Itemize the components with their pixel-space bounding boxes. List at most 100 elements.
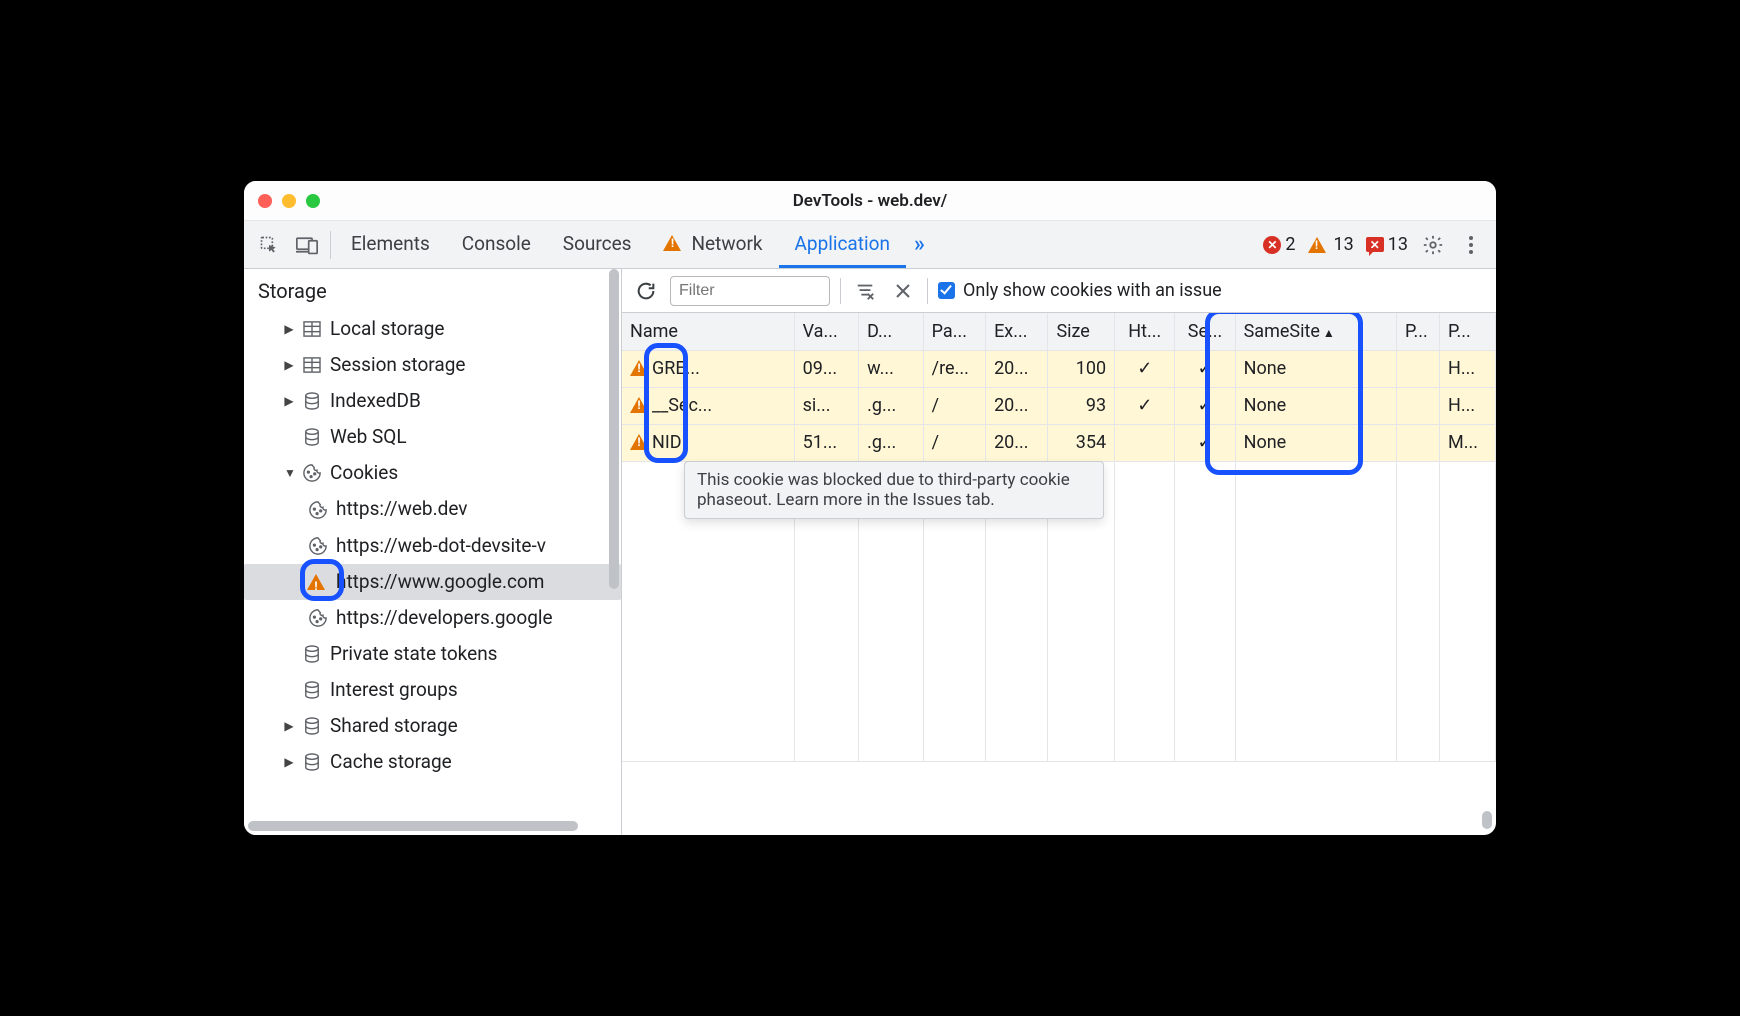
cell-partition-key [1396,387,1439,424]
tree-label: Cookies [330,455,398,491]
divider [927,278,928,304]
col-samesite[interactable]: SameSite [1235,313,1396,350]
table-header: Name Va... D... Pa... Ex... Size Ht... S… [622,313,1496,350]
warning-count[interactable]: 13 [1308,234,1354,255]
cell-httponly: ✓ [1115,387,1175,424]
cookie-icon [302,464,322,482]
inspect-element-icon[interactable] [250,221,288,269]
cookie-icon [308,609,328,627]
titlebar: DevTools - web.dev/ [244,181,1496,221]
checkbox-label: Only show cookies with an issue [963,280,1222,301]
tree-label: https://www.google.com [336,564,544,600]
more-tabs-icon[interactable]: » [906,232,933,257]
cell-priority: M... [1439,424,1495,461]
tab-elements[interactable]: Elements [335,221,446,268]
col-name[interactable]: Name [622,313,794,350]
cell-secure: ✓ [1175,387,1235,424]
cookies-table: Name Va... D... Pa... Ex... Size Ht... S… [622,313,1496,835]
col-httponly[interactable]: Ht... [1115,313,1175,350]
cell-value: 51... [794,424,859,461]
cookie-origin-developers[interactable]: https://developers.google [244,600,621,636]
storage-tree: ▶Local storage ▶Session storage ▶Indexed… [244,311,621,780]
tab-label: Elements [351,232,430,255]
cell-partition-key [1396,424,1439,461]
cell-expires: 20... [986,350,1048,387]
window-controls [258,194,320,208]
more-menu-icon[interactable] [1452,221,1490,269]
grid-icon [302,357,322,373]
cell-domain: .g... [859,387,924,424]
database-icon [302,645,322,663]
table-row[interactable]: NID 51... .g... / 20... 354 ✓ None M... [622,424,1496,461]
cell-name: NID [622,424,794,461]
tab-application[interactable]: Application [779,221,906,268]
tab-label: Console [462,232,531,255]
table-row[interactable]: __Sec... si... .g... / 20... 93 ✓ ✓ None… [622,387,1496,424]
tree-private-state-tokens[interactable]: Private state tokens [244,636,621,672]
message-count[interactable]: ✕13 [1366,234,1408,255]
grid-icon [302,321,322,337]
cookies-toolbar: Only show cookies with an issue [622,269,1496,313]
tree-shared-storage[interactable]: ▶Shared storage [244,708,621,744]
tree-session-storage[interactable]: ▶Session storage [244,347,621,383]
col-priority[interactable]: P... [1439,313,1495,350]
sidebar-horizontal-scrollbar[interactable] [248,821,578,831]
cell-path: / [923,424,985,461]
clear-filter-icon[interactable] [851,277,879,305]
cell-size: 354 [1048,424,1115,461]
checkbox-icon [938,282,955,299]
cell-httponly: ✓ [1115,350,1175,387]
tree-label: https://developers.google [336,600,553,636]
cell-path: /re... [923,350,985,387]
error-count[interactable]: ✕2 [1263,234,1295,255]
cookie-origin-google[interactable]: https://www.google.com [244,564,621,600]
warning-icon [630,360,648,376]
tree-indexed-db[interactable]: ▶IndexedDB [244,383,621,419]
tree-label: Interest groups [330,672,458,708]
cookie-origin-webdev[interactable]: https://web.dev [244,491,621,527]
tab-label: Sources [563,232,632,255]
sidebar-vertical-scrollbar[interactable] [609,269,619,589]
col-expires[interactable]: Ex... [986,313,1048,350]
divider [330,231,331,259]
zoom-window-icon[interactable] [306,194,320,208]
tree-web-sql[interactable]: Web SQL [244,419,621,455]
panel-tabs: Elements Console Sources Network Applica… [335,221,933,268]
tab-console[interactable]: Console [446,221,547,268]
table-vertical-scrollbar[interactable] [1482,811,1492,829]
col-path[interactable]: Pa... [923,313,985,350]
col-domain[interactable]: D... [859,313,924,350]
close-window-icon[interactable] [258,194,272,208]
cell-partition-key [1396,350,1439,387]
col-size[interactable]: Size [1048,313,1115,350]
device-toolbar-icon[interactable] [288,221,326,269]
tab-sources[interactable]: Sources [547,221,648,268]
refresh-icon[interactable] [632,277,660,305]
count: 13 [1388,234,1408,255]
filter-input[interactable] [670,276,830,306]
count: 13 [1334,234,1354,255]
col-secure[interactable]: Se... [1175,313,1235,350]
col-partition-key[interactable]: P... [1396,313,1439,350]
tree-interest-groups[interactable]: Interest groups [244,672,621,708]
minimize-window-icon[interactable] [282,194,296,208]
settings-icon[interactable] [1414,221,1452,269]
cell-domain: w... [859,350,924,387]
table-row[interactable]: GRE... 09... w... /re... 20... 100 ✓ ✓ N… [622,350,1496,387]
cookie-origin-devsite[interactable]: https://web-dot-devsite-v [244,528,621,564]
database-icon [302,681,322,699]
cell-value: si... [794,387,859,424]
tree-cache-storage[interactable]: ▶Cache storage [244,744,621,780]
tree-label: IndexedDB [330,383,421,419]
cell-httponly [1115,424,1175,461]
col-value[interactable]: Va... [794,313,859,350]
tab-network[interactable]: Network [647,221,778,268]
only-issues-checkbox[interactable]: Only show cookies with an issue [938,280,1222,301]
clear-all-icon[interactable] [889,277,917,305]
cell-expires: 20... [986,387,1048,424]
tree-cookies[interactable]: ▼Cookies [244,455,621,491]
cookie-icon [308,501,328,519]
status-counts[interactable]: ✕2 13 ✕13 [1263,234,1408,255]
warning-icon [308,574,328,590]
tree-local-storage[interactable]: ▶Local storage [244,311,621,347]
